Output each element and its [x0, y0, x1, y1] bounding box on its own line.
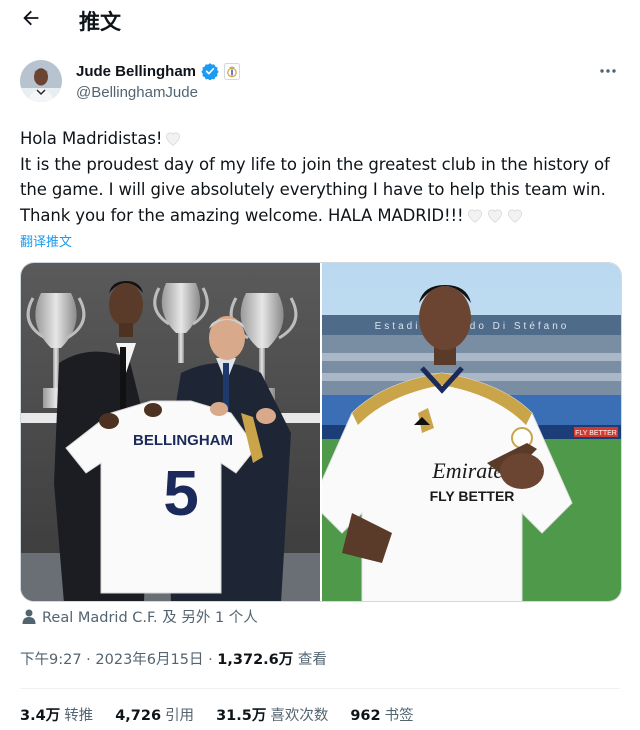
divider	[20, 688, 620, 689]
shirt-name-label: BELLINGHAM	[133, 432, 233, 449]
retweets-label: 转推	[64, 708, 94, 724]
bookmarks-count: 962	[350, 708, 381, 724]
tweet-line-2: It is the proudest day of my life to joi…	[20, 154, 610, 174]
shirt-number-label: 5	[163, 457, 199, 529]
presentation-photo-image: BELLINGHAM 5	[21, 263, 320, 601]
name-row: Jude Bellingham	[76, 62, 241, 80]
tagged-users-label: Real Madrid C.F. 及 另外 1 个人	[42, 610, 258, 626]
avatar-image	[20, 60, 62, 102]
more-options-icon[interactable]	[598, 64, 618, 78]
quotes-count: 4,726	[115, 708, 162, 724]
tagged-users[interactable]: Real Madrid C.F. 及 另外 1 个人	[22, 606, 258, 627]
views-label: 查看	[293, 652, 327, 668]
tweet-line-1-text: Hola Madridistas!	[20, 129, 163, 148]
bookmarks-stat[interactable]: 962 书签	[350, 704, 413, 725]
retweets-stat[interactable]: 3.4万 转推	[20, 704, 93, 725]
verified-badge-icon	[201, 63, 219, 80]
likes-stat[interactable]: 31.5万 喜欢次数	[216, 704, 328, 725]
quotes-stat[interactable]: 4,726 引用	[115, 704, 194, 725]
tweet-line-4: Thank you for the amazing welcome. HALA …	[20, 203, 620, 229]
bookmarks-label: 书签	[384, 708, 414, 724]
white-heart-emoji-icon	[507, 209, 522, 223]
back-arrow-icon[interactable]	[20, 7, 42, 29]
retweets-count: 3.4万	[20, 708, 61, 724]
tweet-line-4-text: Thank you for the amazing welcome. HALA …	[20, 205, 464, 225]
media-photo-stadium[interactable]: Estadio Alfredo Di Stéfano FLY BETTER Em…	[322, 263, 621, 601]
tweet-media: BELLINGHAM 5 Estadio Alfredo Di Stéfano	[20, 262, 622, 602]
page-title: 推文	[79, 10, 121, 34]
tweet-stats: 3.4万 转推 4,726 引用 31.5万 喜欢次数 962 书签	[20, 704, 414, 725]
media-photo-presentation[interactable]: BELLINGHAM 5	[21, 263, 320, 601]
avatar[interactable]	[20, 60, 62, 102]
likes-count: 31.5万	[216, 708, 267, 724]
quotes-label: 引用	[165, 708, 195, 724]
tweet-timestamp[interactable]: 下午9:27 · 2023年6月15日 ·	[20, 652, 217, 668]
author-name[interactable]: Jude Bellingham	[76, 63, 196, 80]
real-madrid-crest-icon	[224, 62, 241, 80]
tweet-meta: 下午9:27 · 2023年6月15日 · 1,372.6万 查看	[20, 648, 327, 669]
stadium-name-text: Estadio Alfredo Di Stéfano	[375, 321, 570, 332]
tweet-author: Jude Bellingham @BellinghamJude	[20, 60, 620, 110]
sponsor-text-line-2: FLY BETTER	[430, 488, 515, 504]
likes-label: 喜欢次数	[270, 708, 329, 724]
views-count: 1,372.6万	[217, 652, 294, 668]
white-heart-emoji-icon	[467, 209, 482, 223]
advertising-board-text: FLY BETTER	[575, 430, 617, 437]
white-heart-emoji-icon	[166, 132, 181, 146]
author-handle[interactable]: @BellinghamJude	[76, 84, 198, 101]
white-heart-emoji-icon	[487, 209, 502, 223]
tweet-text: Hola Madridistas! It is the proudest day…	[20, 126, 620, 228]
person-icon	[22, 609, 36, 624]
stadium-photo-image: Estadio Alfredo Di Stéfano FLY BETTER Em…	[322, 263, 621, 601]
tweet-line-3: the game. I will give absolutely everyth…	[20, 180, 606, 199]
page-header: 推文	[0, 0, 640, 40]
tweet-line-1: Hola Madridistas!	[20, 126, 620, 152]
translate-tweet-link[interactable]: 翻译推文	[20, 231, 72, 250]
